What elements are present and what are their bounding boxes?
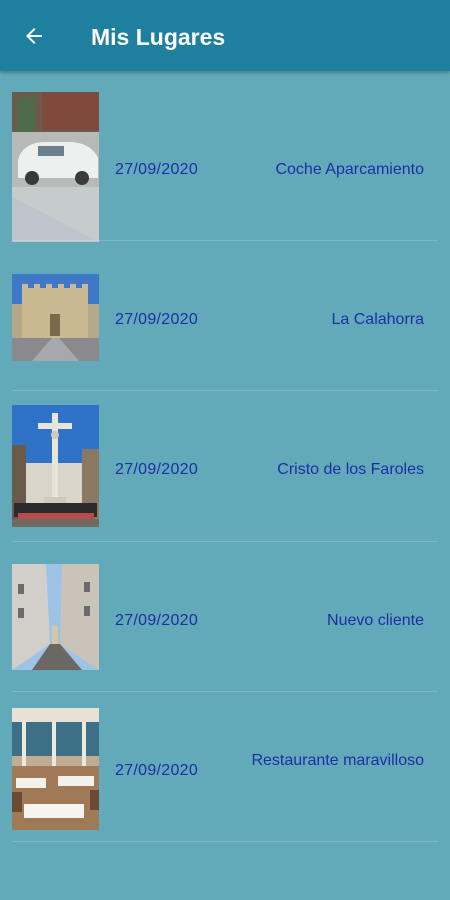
place-name: La Calahorra: [331, 311, 425, 328]
arrow-back-icon: [26, 28, 42, 44]
place-date: 27/09/2020: [115, 612, 199, 629]
page-title: Mis Lugares: [91, 24, 226, 50]
list-item[interactable]: 27/09/2020 Cristo de los Faroles: [0, 391, 450, 542]
list-item[interactable]: 27/09/2020 La Calahorra: [0, 241, 450, 391]
place-name: Coche Aparcamiento: [275, 161, 424, 178]
place-name: Cristo de los Faroles: [277, 461, 424, 478]
place-date: 27/09/2020: [115, 311, 199, 328]
list-item[interactable]: 27/09/2020 Restaurante maravilloso: [0, 692, 450, 842]
place-name: Restaurante maravilloso: [251, 752, 424, 769]
list-item[interactable]: 27/09/2020 Coche Aparcamiento: [0, 71, 450, 242]
tower-photo: [12, 274, 99, 361]
restaurant-photo: [12, 708, 99, 830]
place-date: 27/09/2020: [115, 461, 199, 478]
place-date: 27/09/2020: [115, 762, 199, 779]
car-photo: [12, 92, 99, 242]
place-date: 27/09/2020: [115, 161, 199, 178]
back-button[interactable]: [14, 16, 54, 56]
app-bar: Mis Lugares: [0, 0, 450, 71]
crucifix-photo: [12, 405, 99, 527]
list-item[interactable]: 27/09/2020 Nuevo cliente: [0, 542, 450, 692]
street-photo: [12, 564, 99, 670]
row-divider: [12, 841, 438, 842]
place-name: Nuevo cliente: [327, 612, 424, 629]
